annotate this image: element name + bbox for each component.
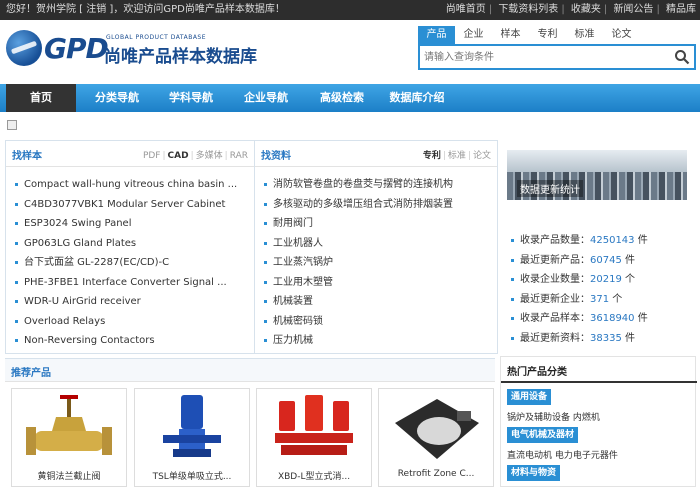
materials-tab-standard[interactable]: 标准 [448, 151, 466, 161]
zone-control-icon [395, 399, 479, 459]
list-item[interactable]: Overload Relays [14, 312, 237, 332]
list-item[interactable]: 消防软管卷盘的卷盘茭与摆臂的连接机构 [263, 175, 453, 195]
greeting-text: 您好！贺州学院 [ 注销 ]，欢迎访问GPD尚唯产品样本数据库！ [6, 4, 285, 15]
samples-list: Compact wall-hung vitreous china basin .… [14, 175, 237, 351]
samples-tab-media[interactable]: 多媒体 [196, 151, 223, 161]
search-tab-sample[interactable]: 样本 [492, 26, 529, 44]
materials-title: 找资料 [261, 151, 291, 162]
list-item[interactable]: Non-Reversing Contactors [14, 331, 237, 351]
nav-company[interactable]: 企业导航 [231, 84, 301, 112]
search-input[interactable] [420, 46, 660, 68]
materials-panel: 找资料 专利 | 标准 | 论文 消防软管卷盘的卷盘茭与摆臂的连接机构 多核驱动的多级增… [254, 140, 498, 354]
product-caption: Retrofit Zone C... [397, 469, 475, 479]
list-item[interactable]: PHE-3FBE1 Interface Converter Signal ... [14, 273, 237, 293]
search-tab-standard[interactable]: 标准 [566, 26, 603, 44]
materials-list: 消防软管卷盘的卷盘茭与摆臂的连接机构 多核驱动的多级增压组合式消防排烟装置 耐用… [263, 175, 453, 351]
list-item[interactable]: 工业蒸汽锅炉 [263, 253, 453, 273]
header: GPD GLOBAL PRODUCT DATABASE 尚唯产品样本数据库 产品… [0, 20, 700, 76]
hot-items[interactable]: 锅炉及辅助设备 内燃机 [507, 410, 600, 423]
list-item[interactable]: Compact wall-hung vitreous china basin .… [14, 175, 237, 195]
hot-title: 热门产品分类 [507, 367, 567, 378]
stats-list: 收录产品数量：4250143 件 最近更新产品：60745 件 收录企业数量：2… [510, 231, 648, 348]
list-item[interactable]: ESP3024 Swing Panel [14, 214, 237, 234]
top-bar: 您好！贺州学院 [ 注销 ]，欢迎访问GPD尚唯产品样本数据库！ 尚唯首页 | 下… [0, 0, 700, 20]
stat-row: 收录企业数量：20219 个 [510, 270, 648, 290]
materials-tabs: 专利 | 标准 | 论文 [422, 151, 491, 161]
materials-tab-paper[interactable]: 论文 [473, 151, 491, 161]
list-item[interactable]: 压力机械 [263, 331, 453, 351]
nav-db-intro[interactable]: 数据库介绍 [380, 84, 454, 112]
top-link-premium[interactable]: 精品库 [666, 4, 696, 15]
stats-banner-label: 数据更新统计 [517, 180, 583, 197]
product-card[interactable]: XBD-L型立式消... [256, 388, 372, 487]
stat-row: 最近更新产品：60745 件 [510, 251, 648, 271]
search-tab-company[interactable]: 企业 [455, 26, 492, 44]
search-tab-product[interactable]: 产品 [418, 26, 455, 44]
samples-tab-rar[interactable]: RAR [230, 151, 248, 161]
gate-valve-icon [26, 395, 112, 455]
search-area: 产品 企业 样本 专利 标准 论文 [418, 26, 696, 74]
pump-icon [163, 395, 221, 457]
stats-banner: 数据更新统计 [507, 150, 687, 200]
product-caption: 黄铜法兰截止阀 [37, 472, 101, 482]
search-tab-patent[interactable]: 专利 [529, 26, 566, 44]
hot-tag-general-equipment[interactable]: 通用设备 [507, 389, 552, 405]
search-box [418, 44, 696, 70]
list-item[interactable]: WDR-U AirGrid receiver [14, 292, 237, 312]
nav-subject[interactable]: 学科导航 [156, 84, 226, 112]
recommended-header: 推荐产品 [5, 358, 495, 382]
samples-tab-cad[interactable]: CAD [168, 151, 189, 161]
logo-brand: GPD [44, 32, 109, 65]
list-item[interactable]: 机械密码锁 [263, 312, 453, 332]
materials-tab-patent[interactable]: 专利 [423, 151, 441, 161]
top-link-news[interactable]: 新闻公告 [613, 4, 653, 15]
list-item[interactable]: 机械装置 [263, 292, 453, 312]
product-caption: TSL单级单吸立式... [152, 472, 232, 482]
samples-tab-pdf[interactable]: PDF [143, 151, 161, 161]
top-links: 尚唯首页 | 下载资料列表 | 收藏夹 | 新闻公告 | 精品库 [445, 4, 696, 15]
site-logo[interactable]: GPD GLOBAL PRODUCT DATABASE 尚唯产品样本数据库 [6, 28, 257, 68]
nav-home[interactable]: 首页 [6, 84, 76, 112]
main-nav: 首页 分类导航 学科导航 企业导航 高级检索 数据库介绍 [0, 84, 700, 112]
recommended-title: 推荐产品 [11, 368, 51, 379]
logo-name: 尚唯产品样本数据库 [104, 47, 257, 67]
page-icon [7, 120, 17, 130]
search-tab-paper[interactable]: 论文 [603, 26, 640, 44]
product-card[interactable]: TSL单级单吸立式... [134, 388, 250, 487]
top-link-home[interactable]: 尚唯首页 [446, 4, 486, 15]
list-item[interactable]: C4BD3077VBK1 Modular Server Cabinet [14, 195, 237, 215]
hot-tag-electrical[interactable]: 电气机械及器材 [507, 427, 579, 443]
list-item[interactable]: 工业用木塑管 [263, 273, 453, 293]
globe-icon [6, 30, 42, 66]
list-item[interactable]: 台下式面盆 GL-2287(EC/CD)-C [14, 253, 237, 273]
stat-row: 收录产品样本：3618940 件 [510, 309, 648, 329]
product-caption: XBD-L型立式消... [277, 472, 351, 482]
hot-tag-materials[interactable]: 材料与物资 [507, 465, 561, 481]
fire-pump-icon [275, 395, 353, 455]
stat-row: 最近更新企业：371 个 [510, 290, 648, 310]
list-item[interactable]: 耐用阀门 [263, 214, 453, 234]
stat-row: 收录产品数量：4250143 件 [510, 231, 648, 251]
search-icon[interactable] [674, 49, 690, 65]
hot-items[interactable]: 直流电动机 电力电子元器件 [507, 448, 618, 461]
logo-subtitle: GLOBAL PRODUCT DATABASE [106, 34, 207, 41]
stat-row: 最近更新资料：38335 件 [510, 329, 648, 349]
samples-title: 找样本 [12, 151, 42, 162]
top-link-favorites[interactable]: 收藏夹 [571, 4, 601, 15]
nav-advanced-search[interactable]: 高级检索 [307, 84, 377, 112]
list-item[interactable]: GP063LG Gland Plates [14, 234, 237, 254]
nav-category[interactable]: 分类导航 [82, 84, 152, 112]
hot-categories: 热门产品分类 通用设备 锅炉及辅助设备 内燃机 电气机械及器材 直流电动机 电力… [500, 356, 697, 487]
list-item[interactable]: 工业机器人 [263, 234, 453, 254]
top-link-downloads[interactable]: 下载资料列表 [498, 4, 558, 15]
product-card[interactable]: Retrofit Zone C... [378, 388, 494, 487]
samples-tabs: PDF | CAD | 多媒体 | RAR [142, 151, 248, 161]
search-tabs: 产品 企业 样本 专利 标准 论文 [418, 26, 640, 44]
samples-panel: 找样本 PDF | CAD | 多媒体 | RAR Compact wall-hung vi… [5, 140, 255, 354]
list-item[interactable]: 多核驱动的多级增压组合式消防排烟装置 [263, 195, 453, 215]
product-card[interactable]: 黄铜法兰截止阀 [11, 388, 127, 487]
